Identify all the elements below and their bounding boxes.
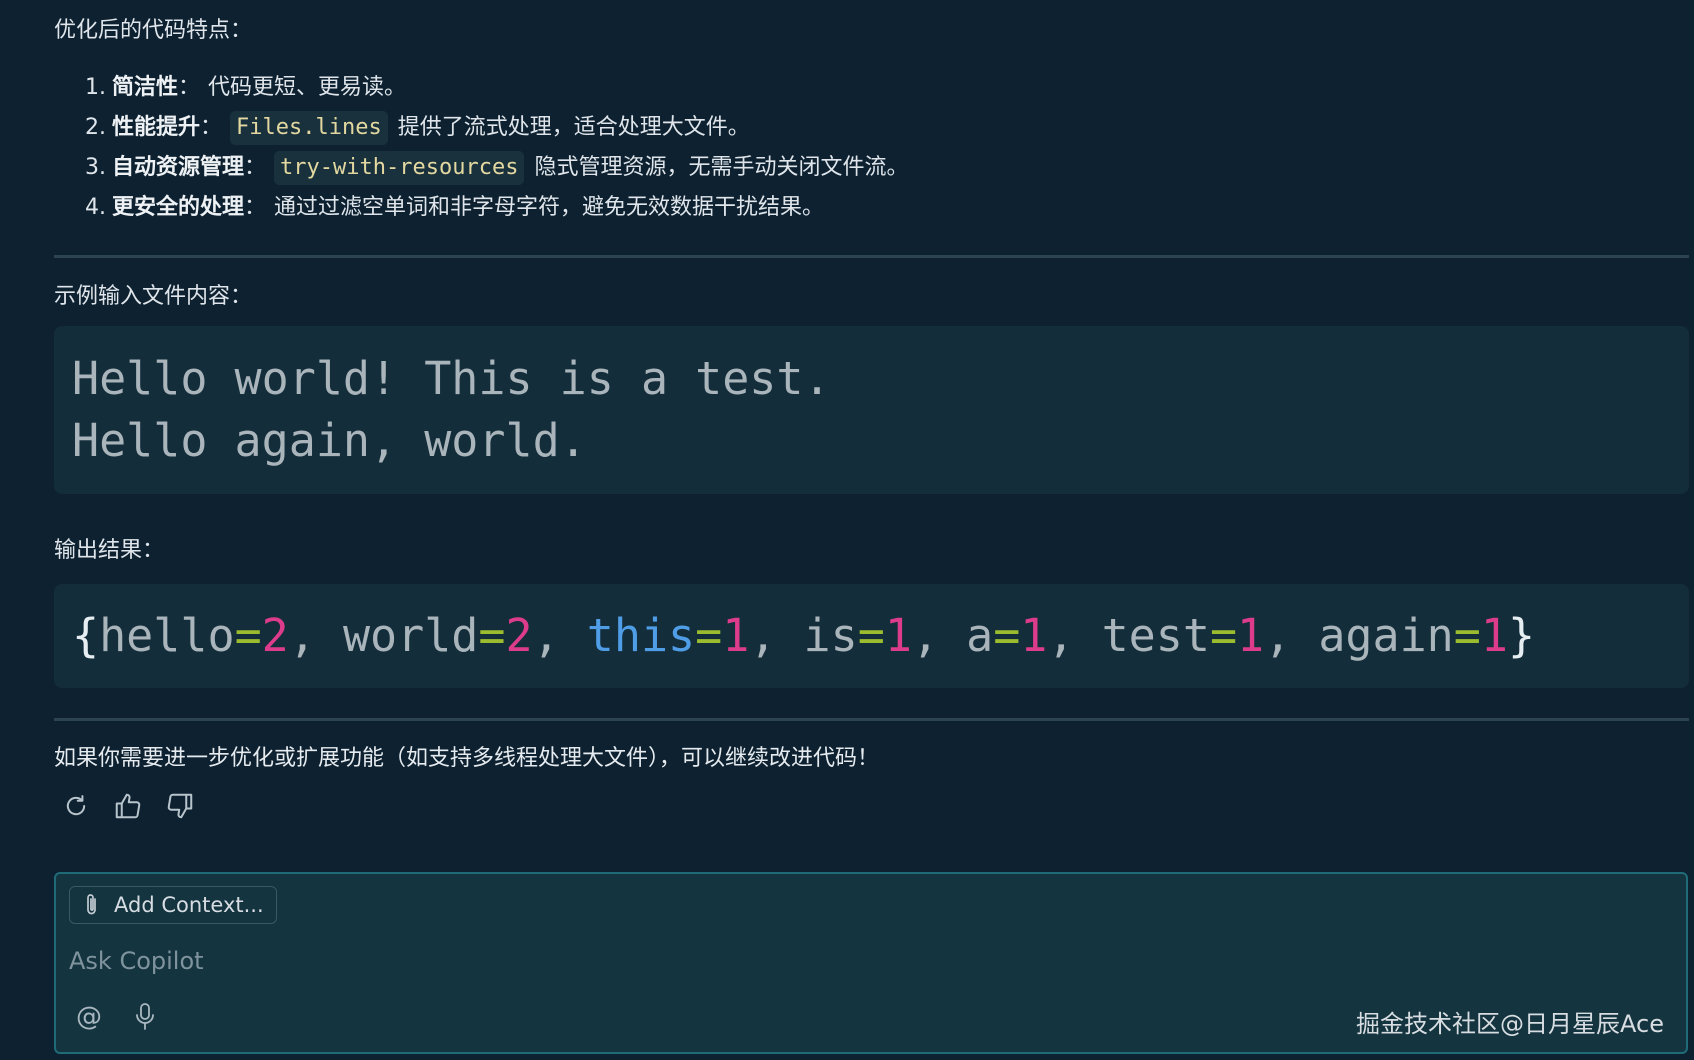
code-token: = [857,609,885,662]
mention-button[interactable]: @ [74,1002,104,1032]
code-token: } [1507,609,1536,662]
item-number: 1. [85,75,106,100]
code-token: hello [99,609,235,662]
divider [54,718,1689,721]
item-term: 更安全的处理 [112,195,245,220]
code-token: test [1101,609,1210,662]
code-line: Hello world! This is a test. [72,352,831,405]
at-sign-icon: @ [76,1002,102,1032]
item-term: 性能提升 [112,115,201,140]
code-token: world [342,609,479,662]
code-token: = [478,609,506,662]
code-token: 1 [722,609,750,662]
output-code-block[interactable]: {hello=2, world=2, this=1, is=1, a=1, te… [54,584,1689,688]
thumbs-down-icon [167,793,193,819]
code-token: 1 [1237,609,1265,662]
item-term: 自动资源管理 [112,155,245,180]
output-heading: 输出结果： [54,538,165,563]
item-separator: ： [200,115,223,140]
code-token: , [532,609,587,662]
thumbs-up-icon [115,793,141,819]
inline-code: Files.lines [230,111,388,145]
code-token: 2 [261,609,289,662]
code-token: a [966,609,994,662]
followup-text: 如果你需要进一步优化或扩展功能（如支持多线程处理大文件），可以继续改进代码！ [54,746,880,771]
code-token: { [72,609,100,662]
code-token: = [234,609,262,662]
paperclip-icon [87,894,96,915]
chat-input-panel: Add Context... @ 掘金技术社区@日月星辰Ace [54,872,1688,1054]
code-token: , [1264,609,1319,662]
code-token: , [1047,609,1102,662]
microphone-icon [136,1003,154,1030]
voice-button[interactable] [130,1002,160,1032]
divider [54,255,1689,258]
code-token: this [586,609,696,662]
code-token: , [288,609,343,662]
list-item: 3. 自动资源管理 ： try-with-resources 隐式管理资源，无需… [54,148,908,188]
add-context-button[interactable]: Add Context... [69,886,277,924]
code-token: , [749,609,804,662]
item-term: 简洁性 [112,75,179,100]
code-token: , [911,609,967,662]
code-token: = [1209,609,1238,662]
inline-code: try-with-resources [274,151,525,185]
code-token: 1 [884,609,912,662]
item-separator: ： [178,75,201,100]
code-line: Hello again, world. [72,414,587,467]
watermark: 掘金技术社区@日月星辰Ace [1356,1010,1664,1038]
list-item: 2. 性能提升 ： Files.lines 提供了流式处理，适合处理大文件。 [54,108,908,148]
code-token: 1 [1020,609,1048,662]
refresh-icon [66,795,86,816]
example-code-block[interactable]: Hello world! This is a test. Hello again… [54,326,1689,494]
code-token: = [993,609,1021,662]
code-token: 2 [505,609,533,662]
retry-button[interactable] [60,790,92,822]
code-token: is [803,609,858,662]
thumbs-up-button[interactable] [112,790,144,822]
chat-input-tools: @ [74,1002,160,1032]
list-item: 4. 更安全的处理 ： 通过过滤空单词和非字母字符，避免无效数据干扰结果。 [54,188,908,228]
ask-copilot-input[interactable] [69,944,1369,978]
item-description: 提供了流式处理，适合处理大文件。 [397,115,750,140]
code-token: = [1453,609,1481,662]
code-token: = [695,609,723,662]
item-separator: ： [244,195,267,220]
example-heading: 示例输入文件内容： [54,284,253,309]
item-description: 通过过滤空单词和非字母字符，避免无效数据干扰结果。 [274,195,825,220]
item-number: 2. [85,115,106,140]
item-number: 3. [85,155,106,180]
code-token: 1 [1480,609,1508,662]
item-description: 代码更短、更易读。 [208,75,407,100]
item-number: 4. [85,195,106,220]
item-separator: ： [244,155,267,180]
response-actions [60,790,196,822]
feature-list: 1. 简洁性 ： 代码更短、更易读。 2. 性能提升 ： Files.lines… [54,68,908,228]
item-description: 隐式管理资源，无需手动关闭文件流。 [534,155,909,180]
code-token: again [1318,609,1454,662]
thumbs-down-button[interactable] [164,790,196,822]
add-context-label: Add Context... [114,893,264,917]
list-item: 1. 简洁性 ： 代码更短、更易读。 [54,68,908,108]
intro-heading: 优化后的代码特点： [54,18,253,43]
